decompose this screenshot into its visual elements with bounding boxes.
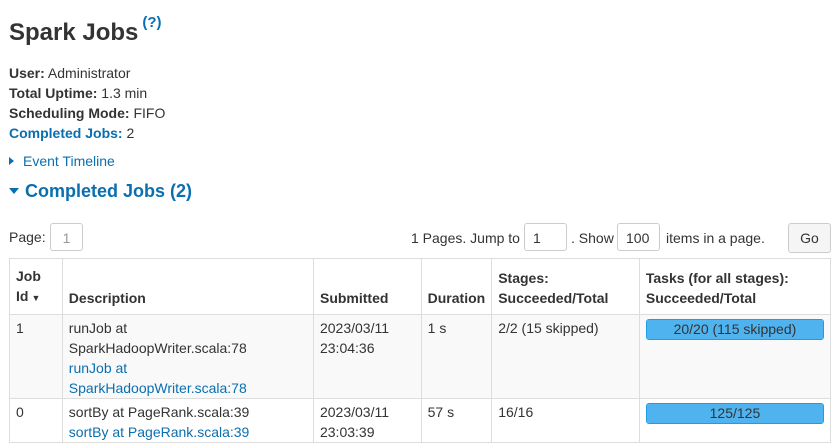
header-stages-line2: Succeeded/Total <box>498 290 609 306</box>
header-job-id-line2: Id <box>16 288 29 304</box>
table-header-row: Job Id ▼ Description Submitted Duration St… <box>9 258 832 315</box>
header-tasks-line2: Succeeded/Total <box>645 290 757 306</box>
completed-jobs-link[interactable]: Completed Jobs: <box>9 125 123 141</box>
cell-job-id: 0 <box>9 398 63 443</box>
header-job-id-line1: Job <box>16 268 41 284</box>
cell-submitted: 2023/03/11 23:03:39 <box>312 398 422 443</box>
progress-label: 20/20 (115 skipped) <box>673 321 797 337</box>
show-text: . Show <box>571 230 614 246</box>
header-submitted[interactable]: Submitted <box>312 258 422 315</box>
completed-jobs-count: 2 <box>126 125 135 141</box>
summary-scheduling: Scheduling Mode: FIFO <box>9 103 165 123</box>
header-stages-line1: Stages: <box>498 270 549 286</box>
user-label: User: <box>9 65 45 81</box>
table-row: 1 runJob at SparkHadoopWriter.scala:78 r… <box>9 314 832 399</box>
description-text: sortBy at PageRank.scala:39 <box>68 404 250 420</box>
summary-list: User: Administrator Total Uptime: 1.3 mi… <box>9 63 165 143</box>
page-size-input[interactable]: 100 <box>617 223 660 251</box>
description-link[interactable]: sortBy at PageRank.scala:39 <box>69 422 307 442</box>
uptime-value: 1.3 min <box>101 85 148 101</box>
cell-description: sortBy at PageRank.scala:39 sortBy at Pa… <box>61 398 314 443</box>
table-row: 0 sortBy at PageRank.scala:39 sortBy at … <box>9 398 832 443</box>
cell-tasks: 20/20 (115 skipped) <box>638 314 832 399</box>
summary-uptime: Total Uptime: 1.3 min <box>9 83 165 103</box>
summary-user: User: Administrator <box>9 63 165 83</box>
header-tasks[interactable]: Tasks (for all stages): Succeeded/Total <box>638 258 832 315</box>
description-link[interactable]: runJob at SparkHadoopWriter.scala:78 <box>69 358 307 398</box>
cell-description: runJob at SparkHadoopWriter.scala:78 run… <box>61 314 314 399</box>
pagination-bar: Page: 1 1 Pages. Jump to 1 . Show 100 it… <box>9 223 831 253</box>
submitted-date: 2023/03/11 <box>319 320 390 336</box>
scheduling-label: Scheduling Mode: <box>9 105 130 121</box>
cell-stages: 16/16 <box>491 398 640 443</box>
tasks-progress-bar: 20/20 (115 skipped) <box>645 319 824 340</box>
scheduling-value: FIFO <box>133 105 166 121</box>
header-tasks-line1: Tasks (for all stages): <box>645 270 789 286</box>
caret-down-icon <box>9 188 19 194</box>
cell-stages: 2/2 (15 skipped) <box>491 314 640 399</box>
items-in-page-text: items in a page. <box>666 230 765 246</box>
sort-desc-icon: ▼ <box>31 293 41 303</box>
jump-to-page-input[interactable]: 1 <box>524 223 567 251</box>
page-title: Spark Jobs (?) <box>9 14 162 47</box>
pages-text: 1 Pages. Jump to <box>411 230 520 246</box>
uptime-label: Total Uptime: <box>9 85 98 101</box>
cell-job-id: 1 <box>9 314 63 399</box>
tasks-progress-bar: 125/125 <box>645 403 824 424</box>
submitted-time: 23:03:39 <box>319 424 375 440</box>
header-description[interactable]: Description <box>61 258 314 315</box>
completed-jobs-heading: Completed Jobs (2) <box>25 181 193 201</box>
header-stages[interactable]: Stages: Succeeded/Total <box>491 258 640 315</box>
description-text: runJob at SparkHadoopWriter.scala:78 <box>68 320 247 356</box>
cell-submitted: 2023/03/11 23:04:36 <box>312 314 422 399</box>
go-button[interactable]: Go <box>788 223 831 253</box>
cell-tasks: 125/125 <box>638 398 832 443</box>
summary-completed: Completed Jobs: 2 <box>9 123 165 143</box>
header-duration[interactable]: Duration <box>420 258 493 315</box>
user-value: Administrator <box>47 65 131 81</box>
completed-jobs-toggle[interactable]: Completed Jobs (2) <box>9 181 192 202</box>
submitted-date: 2023/03/11 <box>319 404 390 420</box>
progress-label: 125/125 <box>709 405 761 421</box>
page-number-button[interactable]: 1 <box>50 223 83 251</box>
page-title-text: Spark Jobs <box>9 19 139 46</box>
event-timeline-label: Event Timeline <box>23 153 115 169</box>
page-label: Page: <box>9 229 46 245</box>
event-timeline-toggle[interactable]: Event Timeline <box>9 153 115 169</box>
submitted-time: 23:04:36 <box>319 340 375 356</box>
cell-duration: 57 s <box>420 398 493 443</box>
pager-controls: 1 Pages. Jump to 1 . Show 100 items in a… <box>411 223 831 253</box>
caret-right-icon <box>9 157 14 165</box>
cell-duration: 1 s <box>420 314 493 399</box>
jobs-table: Job Id ▼ Description Submitted Duration St… <box>9 258 832 443</box>
header-job-id[interactable]: Job Id ▼ <box>9 258 63 315</box>
help-link[interactable]: (?) <box>142 14 161 31</box>
